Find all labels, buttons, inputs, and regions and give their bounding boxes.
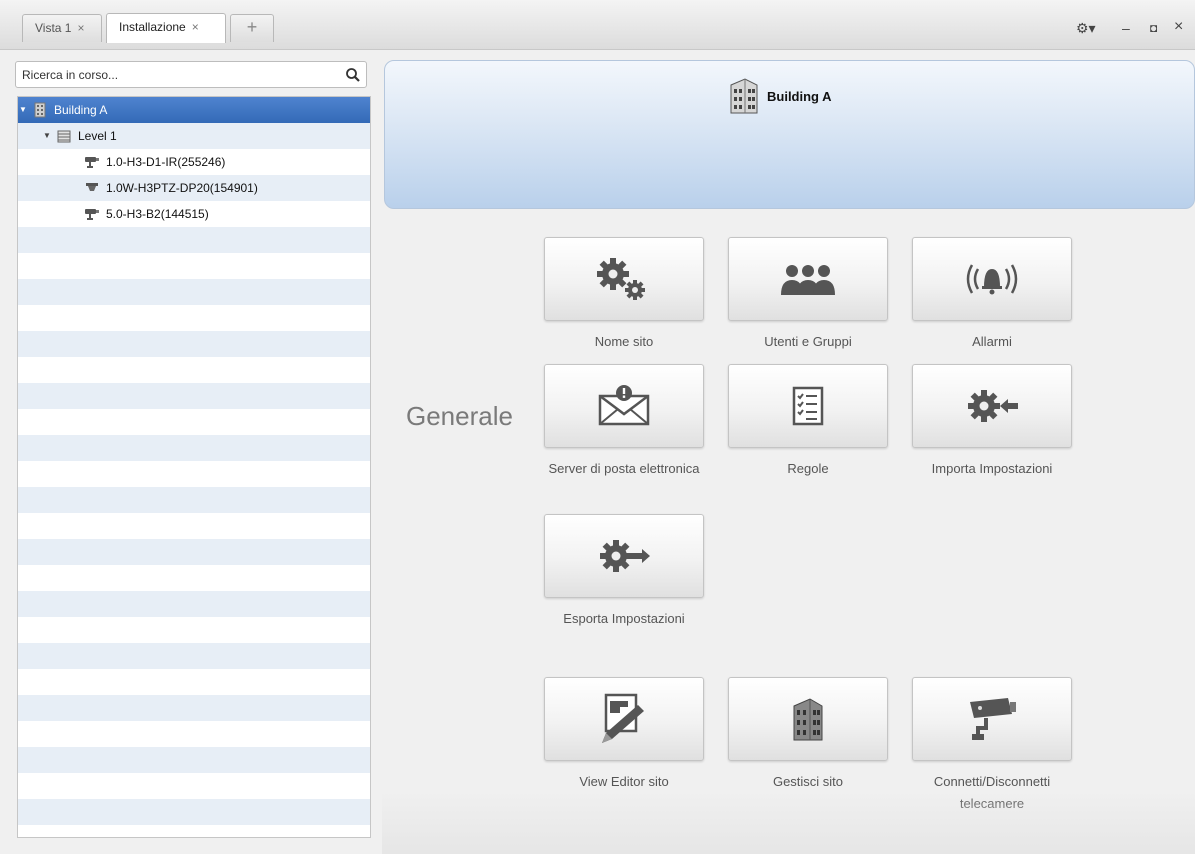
- map-edit-icon: [602, 693, 644, 743]
- tile-label: Regole: [787, 461, 829, 476]
- building-icon: [34, 102, 46, 118]
- tile-allarmi: Allarmi: [912, 237, 1074, 353]
- users-icon: [781, 265, 835, 295]
- tile-importa-impostazioni: Importa Impostazioni: [912, 364, 1074, 480]
- gear-import-icon: [968, 390, 1018, 422]
- tile-label: Allarmi: [972, 334, 1012, 349]
- gestisci-sito-button[interactable]: [728, 677, 888, 761]
- site-tree: ▼ Building A ▼ Level 1 1.0-H3-D1-IR(2552…: [17, 96, 371, 838]
- tree-node-label: Level 1: [78, 129, 117, 143]
- esporta-impostazioni-button[interactable]: [544, 514, 704, 598]
- building-header: Building A: [384, 60, 1195, 209]
- section-title: Generale: [406, 401, 513, 431]
- connetti-telecamere-button[interactable]: [912, 677, 1072, 761]
- tile-gestisci-sito: Gestisci sito: [728, 677, 890, 793]
- gear-export-icon: [600, 540, 650, 572]
- allarmi-button[interactable]: [912, 237, 1072, 321]
- tab-label: Vista 1: [35, 21, 72, 35]
- tree-node-label: Building A: [54, 103, 108, 117]
- tile-label: Gestisci sito: [772, 774, 844, 789]
- importa-impostazioni-button[interactable]: [912, 364, 1072, 448]
- tree-node-camera[interactable]: 1.0-H3-D1-IR(255246): [18, 149, 370, 175]
- mail-alert-icon: [598, 385, 650, 426]
- tile-server-posta: Server di posta elettronica: [544, 364, 706, 480]
- close-window-icon[interactable]: ×: [1174, 18, 1183, 36]
- alarm-bell-icon: [966, 264, 1018, 295]
- tab-installazione[interactable]: Installazione ×: [106, 13, 226, 43]
- tree-node-label: 1.0W-H3PTZ-DP20(154901): [106, 181, 258, 195]
- bullet-camera-icon: [85, 209, 99, 220]
- tree-node-label: 5.0-H3-B2(144515): [106, 207, 209, 221]
- tab-vista-1[interactable]: Vista 1 ×: [22, 14, 102, 42]
- tile-label: Nome sito: [594, 334, 654, 349]
- tile-label: Importa Impostazioni: [931, 461, 1053, 476]
- search-icon[interactable]: [344, 66, 362, 84]
- view-editor-sito-button[interactable]: [544, 677, 704, 761]
- search-input[interactable]: [16, 62, 336, 87]
- camera-icon: [970, 698, 1016, 740]
- building-icon: [730, 78, 758, 114]
- utenti-gruppi-button[interactable]: [728, 237, 888, 321]
- tile-label: Esporta Impostazioni: [563, 611, 685, 626]
- tree-node-building[interactable]: ▼ Building A: [18, 97, 370, 123]
- tile-connetti-telecamere: Connetti/Disconnetti telecamere: [912, 677, 1074, 815]
- tile-label: View Editor sito: [579, 774, 669, 789]
- close-tab-icon[interactable]: ×: [77, 21, 84, 35]
- floor-icon: [57, 130, 71, 143]
- maximize-icon[interactable]: ◘: [1150, 21, 1157, 35]
- tile-view-editor-sito: View Editor sito: [544, 677, 706, 793]
- tree-node-camera[interactable]: 1.0W-H3PTZ-DP20(154901): [18, 175, 370, 201]
- nome-sito-button[interactable]: [544, 237, 704, 321]
- header-title-text: Building A: [767, 88, 832, 104]
- tab-bar: Vista 1 × Installazione × + ⚙▾ – ◘ ×: [0, 0, 1195, 50]
- gears-icon: [597, 258, 645, 300]
- close-tab-icon[interactable]: ×: [192, 20, 199, 34]
- minimize-icon[interactable]: –: [1122, 20, 1130, 36]
- ptz-camera-icon: [86, 183, 98, 191]
- regole-button[interactable]: [728, 364, 888, 448]
- tile-regole: Regole: [728, 364, 890, 480]
- header-title: Building A: [727, 77, 832, 115]
- tile-label: Connetti/Disconnetti telecamere: [933, 774, 1051, 811]
- bullet-camera-icon: [85, 157, 99, 168]
- expand-arrow-icon[interactable]: ▼: [18, 97, 28, 123]
- tile-label: Server di posta elettronica: [548, 461, 700, 476]
- expand-arrow-icon[interactable]: ▼: [42, 123, 52, 149]
- tree-node-camera[interactable]: 5.0-H3-B2(144515): [18, 201, 370, 227]
- tile-nome-sito: Nome sito: [544, 237, 706, 353]
- server-posta-button[interactable]: [544, 364, 704, 448]
- checklist-icon: [792, 386, 824, 426]
- building-icon: [793, 698, 823, 741]
- tree-node-label: 1.0-H3-D1-IR(255246): [106, 155, 226, 169]
- tab-label: Installazione: [119, 20, 186, 34]
- tree-node-level[interactable]: ▼ Level 1: [18, 123, 370, 149]
- tile-label: Utenti e Gruppi: [764, 334, 852, 349]
- settings-menu-icon[interactable]: ⚙▾: [1076, 20, 1096, 37]
- tile-esporta-impostazioni: Esporta Impostazioni: [544, 514, 706, 630]
- add-tab-button[interactable]: +: [230, 14, 274, 42]
- tile-utenti-gruppi: Utenti e Gruppi: [728, 237, 890, 353]
- search-box: [15, 61, 367, 88]
